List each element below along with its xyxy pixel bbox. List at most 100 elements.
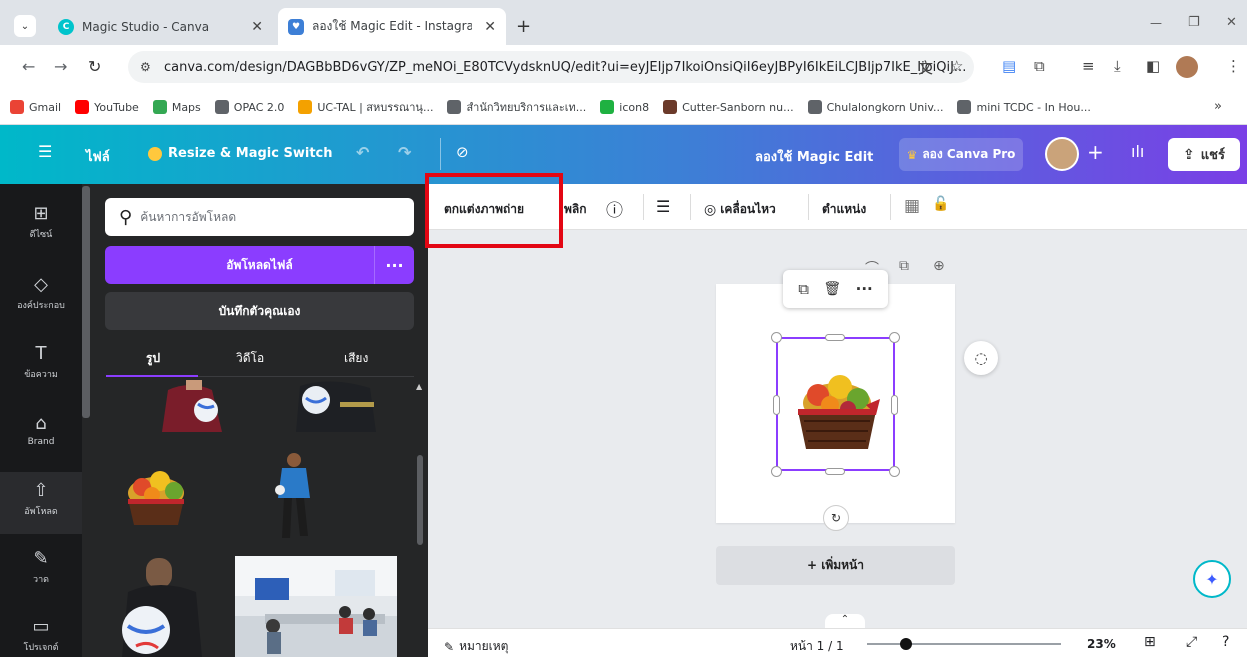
rail-item-text[interactable]: T ข้อความ — [0, 335, 82, 397]
scroll-up-icon[interactable]: ▲ — [416, 382, 422, 391]
bookmark-item[interactable]: Chulalongkorn Univ... — [807, 100, 943, 114]
redo-icon[interactable]: ↷ — [398, 143, 411, 162]
bookmark-item[interactable]: OPAC 2.0 — [214, 100, 284, 114]
download-icon[interactable]: ⤓ — [1114, 57, 1121, 75]
fullscreen-icon[interactable]: ⤢ — [1186, 634, 1197, 650]
bookmark-item[interactable]: Gmail — [10, 100, 61, 114]
rail-item-folder[interactable]: ▭ โปรเจกต์ — [0, 608, 82, 657]
info-icon[interactable]: ⓘ — [606, 196, 623, 221]
user-avatar[interactable] — [1045, 137, 1079, 171]
try-pro-button[interactable]: ♛ ลอง Canva Pro — [899, 138, 1023, 171]
upload-more-button[interactable]: ··· — [374, 246, 414, 284]
resize-handle-nw[interactable] — [771, 332, 782, 343]
reading-list-icon[interactable]: ≡ — [1082, 57, 1095, 75]
menu-icon[interactable]: ☰ — [38, 142, 52, 161]
comment-add-icon[interactable]: ◌ — [964, 341, 998, 375]
bookmark-item[interactable]: YouTube — [75, 100, 139, 114]
close-window-button[interactable]: ✕ — [1226, 15, 1237, 30]
cloud-saved-icon[interactable]: ⊘ — [456, 143, 469, 161]
bookmark-item[interactable]: Cutter-Sanborn nu... — [663, 100, 794, 114]
close-tab-icon[interactable]: ✕ — [484, 19, 496, 35]
flip-button[interactable]: พลิก — [564, 200, 587, 219]
tab-magic-studio[interactable]: C Magic Studio - Canva ✕ — [48, 8, 273, 45]
position-button[interactable]: ตำแหน่ง — [822, 200, 866, 219]
tab-magic-edit[interactable]: ♥ ลองใช้ Magic Edit - Instagram โพ ✕ — [278, 8, 506, 45]
new-tab-button[interactable]: + — [516, 16, 531, 37]
site-info-icon[interactable]: ⚙ — [140, 60, 151, 74]
upload-thumb-goalkeeper[interactable] — [270, 450, 318, 542]
add-page-button[interactable]: + เพิ่มหน้า — [716, 546, 955, 585]
add-page-icon[interactable]: ⊕ — [933, 258, 945, 274]
rail-item-upload[interactable]: ⇧ อัพโหลด — [0, 472, 82, 534]
zoom-slider-knob[interactable] — [899, 638, 912, 650]
file-menu[interactable]: ไฟล์ — [86, 146, 110, 167]
upload-files-button[interactable]: อัพโหลดไฟล์ — [105, 246, 414, 284]
upload-thumb-athlete-black[interactable] — [290, 380, 380, 432]
resize-handle-s[interactable] — [825, 468, 845, 475]
zoom-slider-track[interactable] — [867, 643, 1061, 645]
insights-icon[interactable]: ılı — [1131, 142, 1144, 161]
resize-handle-ne[interactable] — [889, 332, 900, 343]
invite-plus-button[interactable]: + — [1087, 140, 1104, 164]
side-panel-icon[interactable]: ◧ — [1146, 57, 1160, 75]
upload-thumb-meeting-room[interactable] — [235, 556, 397, 657]
resize-magic-switch-button[interactable]: Resize & Magic Switch — [148, 146, 333, 161]
bookmark-star-icon[interactable]: ☆ — [950, 57, 963, 75]
record-yourself-button[interactable]: บันทึกตัวคุณเอง — [105, 292, 414, 330]
bookmark-item[interactable]: icon8 — [600, 100, 649, 114]
tab-audio[interactable]: เสียง — [344, 349, 368, 368]
rail-item-brand[interactable]: ⌂ Brand — [0, 405, 82, 467]
bookmark-item[interactable]: mini TCDC - In Hou... — [957, 100, 1091, 114]
bookmarks-more-button[interactable]: » — [1214, 99, 1222, 114]
forward-icon[interactable]: → — [54, 57, 67, 76]
close-tab-icon[interactable]: ✕ — [251, 19, 263, 35]
duplicate-icon[interactable]: ⧉ — [798, 280, 809, 298]
tab-videos[interactable]: วิดีโอ — [236, 349, 264, 368]
undo-icon[interactable]: ↶ — [356, 143, 369, 162]
reload-icon[interactable]: ↻ — [88, 57, 101, 76]
tab-search-button[interactable]: ⌄ — [14, 15, 36, 37]
resize-handle-se[interactable] — [889, 466, 900, 477]
translate-icon[interactable]: 文 — [918, 57, 933, 78]
transparency-icon[interactable]: ▦ — [904, 196, 920, 216]
rail-item-elements[interactable]: ◇ องค์ประกอบ — [0, 266, 82, 328]
notes-button[interactable]: ✎ หมายเหตุ — [444, 637, 508, 656]
rail-item-design[interactable]: ⊞ ดีไซน์ — [0, 195, 82, 257]
extensions-icon[interactable]: ⧉ — [1034, 57, 1045, 75]
bookmark-item[interactable]: UC-TAL | สหบรรณานุ... — [298, 98, 433, 116]
border-style-icon[interactable]: ☰ — [656, 197, 670, 216]
search-uploads-input[interactable]: ⚲ ค้นหาการอัพโหลด — [105, 198, 414, 236]
profile-avatar[interactable] — [1176, 56, 1198, 78]
restore-button[interactable]: ❐ — [1188, 15, 1200, 30]
minimize-button[interactable]: — — [1150, 16, 1162, 30]
animate-button[interactable]: ◎ เคลื่อนไหว — [704, 200, 776, 219]
help-icon[interactable]: ? — [1222, 634, 1229, 650]
back-icon[interactable]: ← — [22, 57, 35, 76]
try-magic-edit-button[interactable]: ลองใช้ Magic Edit — [755, 146, 873, 167]
browser-menu-icon[interactable]: ⋮ — [1226, 57, 1241, 75]
upload-thumb-athlete-red[interactable] — [150, 380, 240, 432]
bookmark-item[interactable]: สำนักวิทยบริการและเท... — [447, 98, 586, 116]
duplicate-page-icon[interactable]: ⧉ — [899, 258, 909, 274]
unlock-icon[interactable]: 🔓 — [932, 196, 949, 212]
magic-assistant-icon[interactable]: ✦ — [1193, 560, 1231, 598]
rail-item-draw[interactable]: ✎ วาด — [0, 540, 82, 602]
tab-images[interactable]: รูป — [146, 349, 160, 368]
more-options-icon[interactable]: ··· — [856, 280, 873, 298]
upload-thumb-fruit-basket[interactable] — [120, 463, 192, 531]
page-indicator[interactable]: หน้า 1 / 1 — [790, 637, 844, 656]
grid-view-icon[interactable]: ⊞ — [1144, 634, 1156, 650]
doc-extension-icon[interactable]: ▤ — [1002, 57, 1016, 75]
rotate-icon[interactable]: ↻ — [823, 505, 849, 531]
share-button[interactable]: ⇪ แชร์ — [1168, 138, 1240, 171]
panel-scrollbar-thumb[interactable] — [417, 455, 423, 545]
resize-handle-sw[interactable] — [771, 466, 782, 477]
zoom-percent[interactable]: 23% — [1087, 637, 1116, 651]
trash-icon[interactable]: 🗑 — [823, 281, 841, 297]
resize-handle-e[interactable] — [891, 395, 898, 415]
upload-thumb-player-ball[interactable] — [112, 556, 212, 657]
url-field[interactable]: ⚙ canva.com/design/DAGBbBD6vGY/ZP_meNOi_… — [128, 51, 974, 83]
bookmark-item[interactable]: Maps — [152, 100, 201, 114]
resize-handle-n[interactable] — [825, 334, 845, 341]
show-pages-chevron-icon[interactable]: ⌃ — [825, 614, 865, 628]
